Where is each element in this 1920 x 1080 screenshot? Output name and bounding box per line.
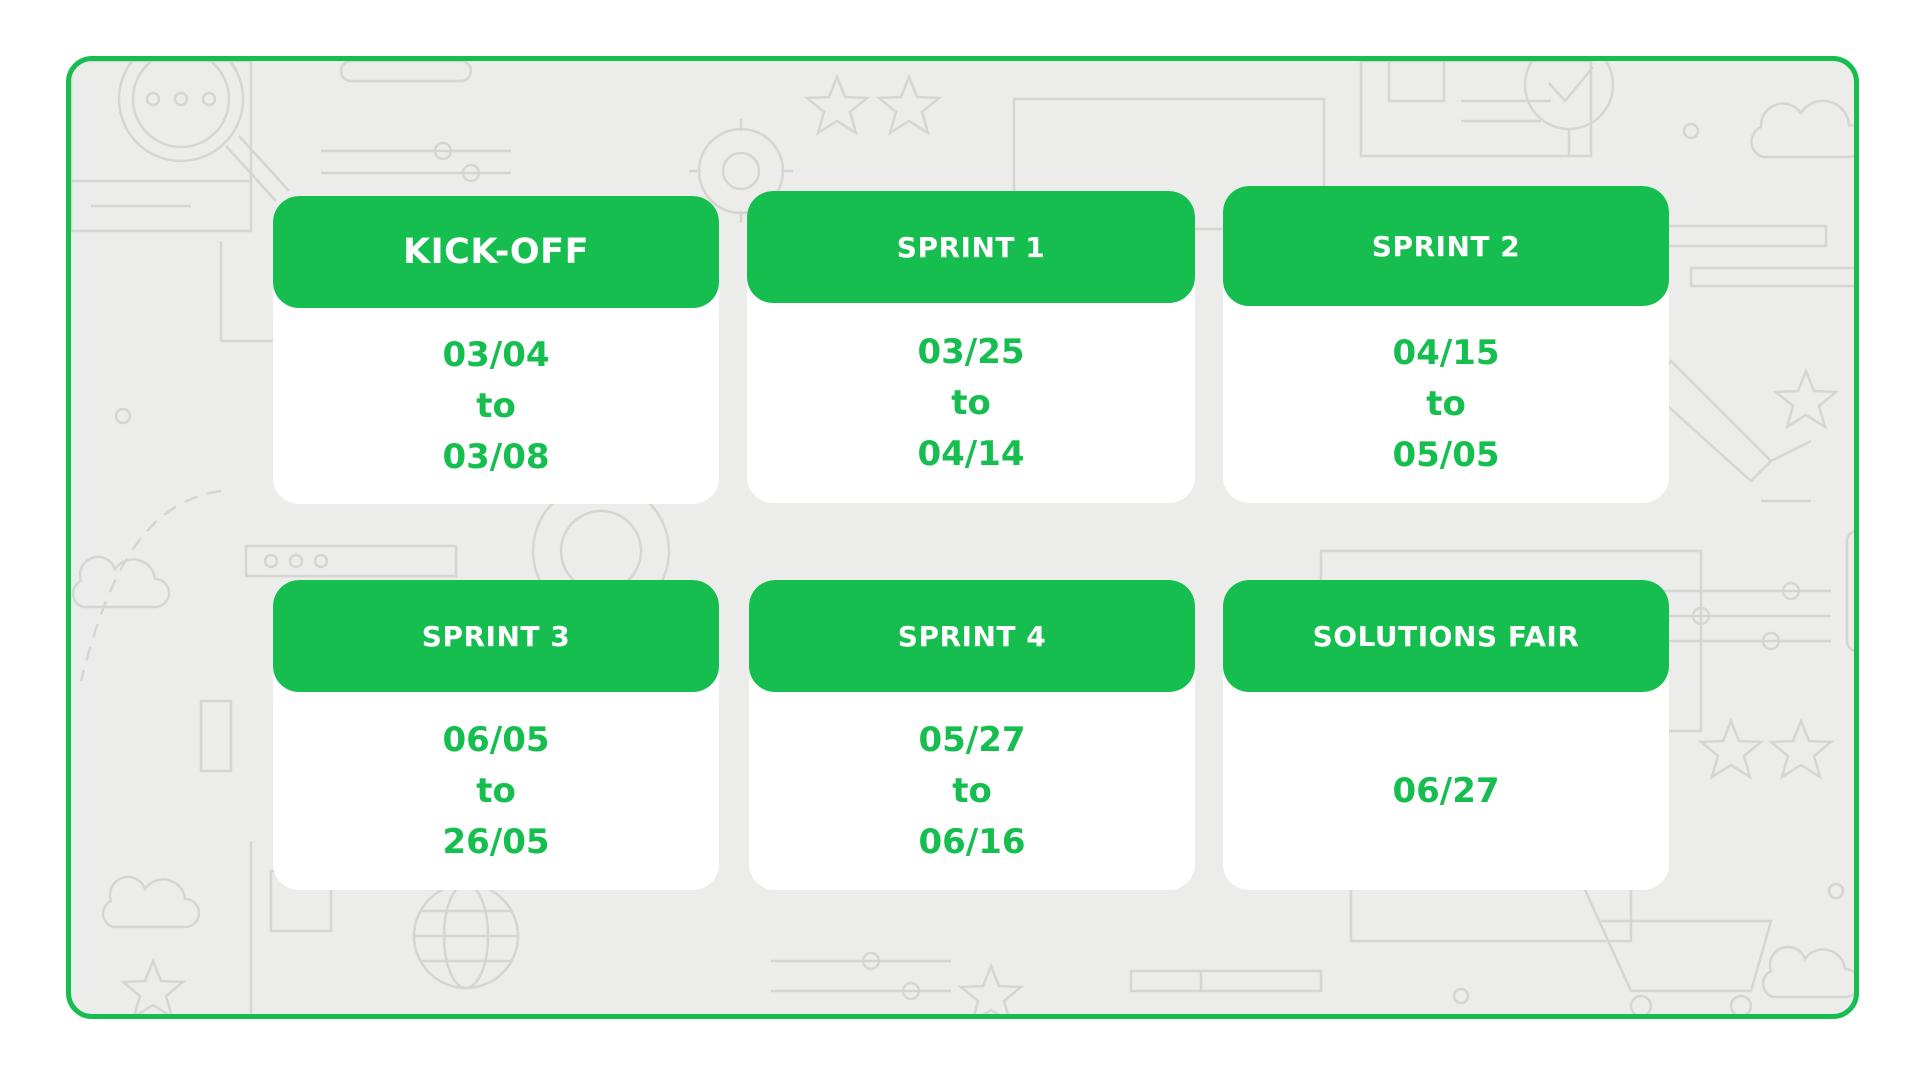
start-date: 05/27	[918, 719, 1026, 760]
end-date: 06/16	[918, 821, 1026, 862]
end-date: 03/08	[442, 436, 550, 477]
card-header: SPRINT 4	[749, 580, 1195, 692]
start-date: 03/25	[917, 331, 1025, 372]
card-title: SOLUTIONS FAIR	[1312, 619, 1580, 653]
card-title: KICK-OFF	[402, 232, 589, 272]
range-connector: to	[476, 770, 516, 811]
timeline-panel: KICK-OFF 03/04 to 03/08 SPRINT 1 03/25 t…	[66, 56, 1859, 1019]
card-header: SPRINT 3	[273, 580, 719, 692]
range-connector: to	[951, 382, 991, 423]
range-connector: to	[952, 770, 992, 811]
card-date-range: 04/15 to 05/05	[1223, 306, 1669, 503]
start-date: 04/15	[1392, 333, 1500, 373]
timeline-card-sprint-1: SPRINT 1 03/25 to 04/14	[747, 191, 1195, 503]
range-connector: to	[476, 385, 516, 426]
slider-icon	[771, 951, 1323, 1001]
timeline-card-kickoff: KICK-OFF 03/04 to 03/08	[273, 196, 719, 504]
timeline-card-sprint-2: SPRINT 2 04/15 to 05/05	[1223, 186, 1669, 503]
window-outline	[71, 61, 253, 233]
card-header: KICK-OFF	[273, 196, 719, 308]
start-date: 03/04	[442, 334, 550, 375]
checkmark-icon	[1523, 61, 1615, 157]
range-connector: to	[1426, 384, 1466, 424]
card-header: SPRINT 2	[1223, 186, 1669, 306]
card-title: SPRINT 2	[1371, 229, 1521, 263]
timeline-card-sprint-4: SPRINT 4 05/27 to 06/16	[749, 580, 1195, 890]
start-date: 06/05	[442, 719, 550, 760]
slider-icon	[321, 61, 511, 183]
timeline-card-solutions-fair: SOLUTIONS FAIR 06/27	[1223, 580, 1669, 890]
card-date: 06/27	[1223, 692, 1669, 890]
megaphone-icon	[1649, 359, 1812, 503]
card-title: SPRINT 1	[896, 230, 1046, 264]
card-title: SPRINT 3	[421, 619, 571, 653]
card-date-range: 03/04 to 03/08	[273, 308, 719, 504]
card-header: SOLUTIONS FAIR	[1223, 580, 1669, 692]
timeline-card-sprint-3: SPRINT 3 06/05 to 26/05	[273, 580, 719, 890]
end-date: 04/14	[917, 433, 1025, 474]
card-date-range: 06/05 to 26/05	[273, 692, 719, 890]
event-date: 06/27	[1392, 770, 1500, 811]
dashed-path	[79, 489, 222, 682]
end-date: 26/05	[442, 821, 550, 862]
card-title: SPRINT 4	[897, 619, 1047, 653]
card-date-range: 05/27 to 06/16	[749, 692, 1195, 890]
card-date-range: 03/25 to 04/14	[747, 303, 1195, 503]
shopping-cart-icon	[1551, 879, 1773, 1014]
end-date: 05/05	[1392, 435, 1500, 475]
card-header: SPRINT 1	[747, 191, 1195, 303]
